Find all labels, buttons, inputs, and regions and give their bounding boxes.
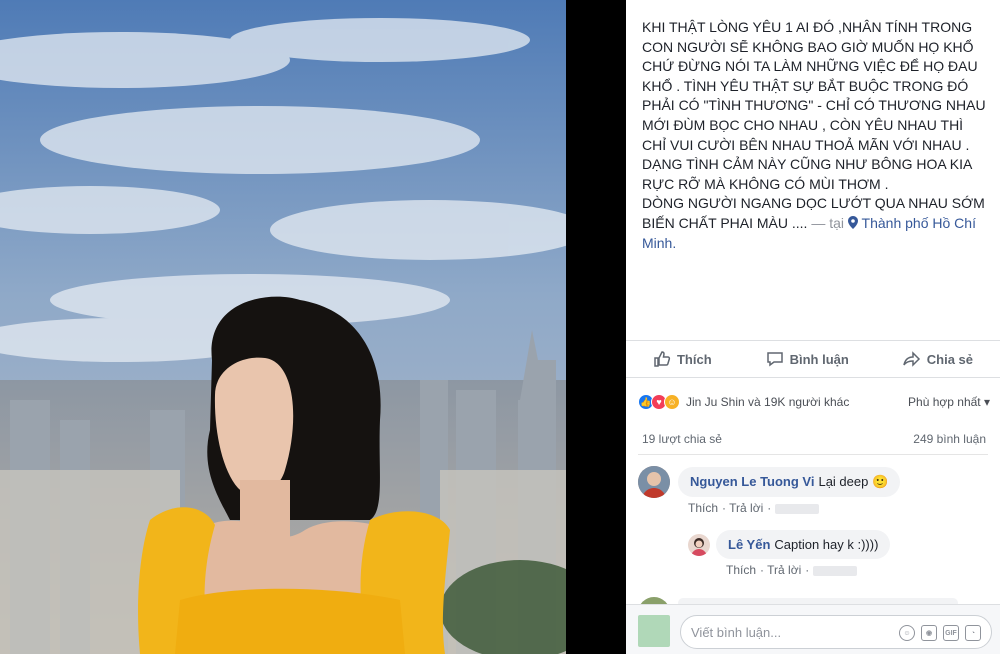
photo-viewer: KHI THẬT LÒNG YÊU 1 AI ĐÓ ,NHÂN TÍNH TRO… [0,0,1000,654]
comment-count[interactable]: 249 bình luận [913,432,986,446]
avatar-image [688,534,710,556]
photo-panel-gap [566,0,626,654]
comment-like-link[interactable]: Thích [726,563,756,577]
blurred-timestamp [774,503,819,514]
comment-bubble: Nguyen Le Tuong Vi Lại deep 🙂 [678,467,901,497]
post-action-bar: Thích Bình luận Chia sẻ [626,340,1000,378]
avatar[interactable] [688,534,710,556]
commenter-name[interactable]: Nguyen Le Tuong Vi [690,474,814,489]
caret-down-icon: ▾ [983,395,990,409]
comment-text: Lại deep [818,474,869,489]
reactions-summary[interactable]: Jin Ju Shin và 19K người khác [686,395,849,409]
comment-composer: Viết bình luận... ☺ ◉ GIF ◔ [626,604,1000,654]
thumbs-up-icon [654,351,671,367]
haha-reaction-icon[interactable]: ☺ [664,394,680,410]
engagement-counts: 19 lượt chia sẻ 249 bình luận [642,432,986,446]
reactions-row: 👍 ♥ ☺ Jin Ju Shin và 19K người khác Phù … [638,392,990,412]
like-button[interactable]: Thích [653,350,712,368]
comment-label: Bình luận [789,351,849,367]
share-count[interactable]: 19 lượt chia sẻ [642,432,722,446]
divider [638,454,988,455]
reply-meta: Thích · Trả lời · [726,563,861,577]
speech-bubble-icon [766,352,783,367]
comment-input[interactable]: Viết bình luận... ☺ ◉ GIF ◔ [680,615,992,649]
composer-icons: ☺ ◉ GIF ◔ [899,625,981,641]
comment-text: Caption hay k :)))) [774,537,879,552]
comment-input-placeholder: Viết bình luận... [691,625,782,640]
post-side-panel: KHI THẬT LÒNG YÊU 1 AI ĐÓ ,NHÂN TÍNH TRO… [626,0,1000,654]
caption-text: KHI THẬT LÒNG YÊU 1 AI ĐÓ ,NHÂN TÍNH TRO… [642,19,986,231]
share-button[interactable]: Chia sẻ [903,350,973,368]
gif-icon[interactable]: GIF [943,625,959,641]
blurred-timestamp [812,565,857,576]
avatar-image [638,466,670,498]
comment-meta: Thích · Trả lời · [688,501,823,515]
post-caption: KHI THẬT LÒNG YÊU 1 AI ĐÓ ,NHÂN TÍNH TRO… [642,18,990,253]
sticker-icon[interactable]: ◔ [965,625,981,641]
reply-bubble: Lê Yến Caption hay k :)))) [716,530,891,559]
share-arrow-icon [903,351,920,367]
avatar[interactable] [638,615,670,647]
commenter-name[interactable]: Lê Yến [728,537,770,552]
emoji-icon[interactable]: ☺ [899,625,915,641]
comment-sort-dropdown[interactable]: Phù hợp nhất ▾ [908,395,990,409]
like-label: Thích [676,351,712,367]
comment-reply-link[interactable]: Trả lời [729,501,763,515]
comment-button[interactable]: Bình luận [766,350,849,368]
sort-label: Phù hợp nhất [908,395,981,409]
camera-icon[interactable]: ◉ [921,625,937,641]
avatar[interactable] [638,466,670,498]
photo-scene [0,0,566,654]
comment-reply-link[interactable]: Trả lời [767,563,801,577]
smile-emoji-icon: 🙂 [871,474,889,489]
post-photo[interactable] [0,0,566,654]
map-pin-icon [847,215,858,229]
share-label: Chia sẻ [926,351,974,367]
comment-like-link[interactable]: Thích [688,501,718,515]
location-prefix: — tại [807,214,845,231]
